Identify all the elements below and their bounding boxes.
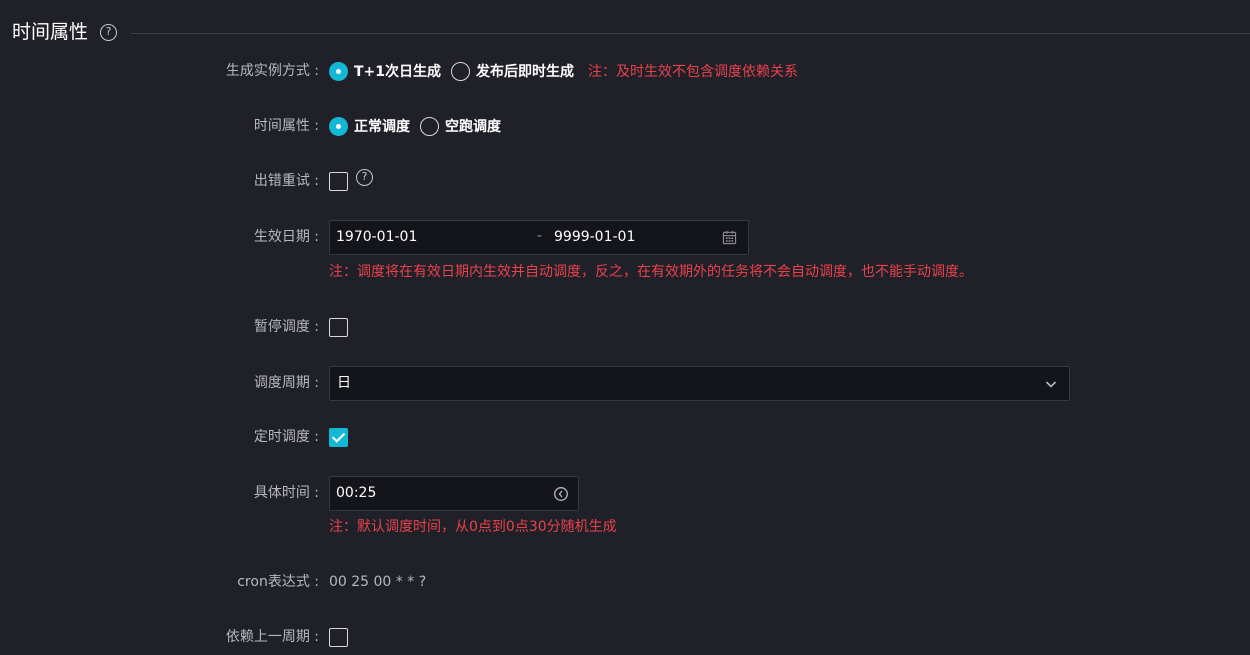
clock-icon[interactable] (553, 486, 569, 502)
specific-time-label: 具体时间 : (253, 485, 319, 501)
radio-dry-run-dot[interactable] (420, 116, 439, 136)
retry-control: ? (329, 163, 373, 199)
date-end-input[interactable]: 9999-01-01 (554, 221, 635, 254)
specific-time-note: 注：默认调度时间，从0点到0点30分随机生成 (329, 519, 617, 535)
timed-control (329, 419, 348, 455)
retry-checkbox[interactable] (329, 171, 348, 191)
pause-control (329, 309, 348, 345)
retry-label: 出错重试 : (253, 173, 319, 189)
effective-date-note: 注：调度将在有效日期内生效并自动调度，反之，在有效期外的任务将不会自动调度，也不… (329, 264, 973, 280)
effective-date-control: 1970-01-01 - 9999-01-01 (329, 219, 749, 255)
time-attr-label: 时间属性 : (253, 118, 319, 134)
instance-mode-note: 注：及时生效不包含调度依赖关系 (588, 64, 799, 80)
depend-prev-checkbox[interactable] (329, 627, 348, 647)
date-start-input[interactable]: 1970-01-01 (336, 221, 417, 254)
cron-control: 00 25 00 * * ? (329, 564, 426, 600)
depend-prev-label: 依赖上一周期 : (225, 629, 319, 645)
time-picker[interactable]: 00:25 (329, 475, 579, 511)
cycle-label: 调度周期 : (253, 375, 319, 391)
radio-normal[interactable]: 正常调度 (329, 116, 410, 136)
row-cycle: 调度周期 : 日 (0, 365, 1250, 401)
cron-label: cron表达式 : (237, 574, 319, 590)
section-title: 时间属性 (12, 21, 89, 43)
radio-dry-run-label[interactable]: 空跑调度 (445, 116, 501, 136)
date-separator: - (537, 227, 543, 244)
specific-time-control: 00:25 (329, 475, 579, 511)
calendar-icon[interactable] (722, 230, 737, 245)
row-retry: 出错重试 : ? (0, 163, 1250, 199)
radio-normal-dot[interactable] (329, 116, 348, 136)
row-time-attr: 时间属性 : 正常调度 空跑调度 (0, 108, 1250, 144)
cycle-select-value[interactable]: 日 (337, 367, 351, 400)
pause-label: 暂停调度 : (253, 319, 319, 335)
cycle-select[interactable]: 日 (329, 365, 1070, 401)
radio-immediate[interactable]: 发布后即时生成 (451, 61, 574, 81)
pause-checkbox[interactable] (329, 317, 348, 337)
radio-t-plus-1-label[interactable]: T+1次日生成 (354, 61, 441, 81)
timed-label: 定时调度 : (253, 429, 319, 445)
radio-normal-label[interactable]: 正常调度 (354, 116, 410, 136)
row-timed: 定时调度 : (0, 419, 1250, 455)
row-effective-date: 生效日期 : 1970-01-01 - 9999-01-01 (0, 219, 1250, 255)
chevron-down-icon[interactable] (1044, 377, 1058, 391)
row-specific-time: 具体时间 : 00:25 (0, 475, 1250, 511)
effective-date-label: 生效日期 : (253, 229, 319, 245)
help-circle-icon[interactable]: ? (100, 24, 117, 41)
radio-t-plus-1-dot[interactable] (329, 61, 348, 81)
time-picker-value[interactable]: 00:25 (336, 477, 376, 510)
instance-mode-radio-group: T+1次日生成 发布后即时生成 注：及时生效不包含调度依赖关系 (329, 53, 798, 89)
instance-mode-label: 生成实例方式 : (225, 63, 319, 79)
row-cron: cron表达式 : 00 25 00 * * ? (0, 564, 1250, 600)
radio-immediate-dot[interactable] (451, 61, 471, 81)
row-instance-mode: 生成实例方式 : T+1次日生成 发布后即时生成 注：及时生效不包含调度依赖关系 (0, 53, 1250, 89)
depend-prev-control (329, 619, 348, 655)
cron-expression: 00 25 00 * * ? (329, 574, 427, 590)
time-attr-radio-group: 正常调度 空跑调度 (329, 108, 511, 144)
timed-checkbox[interactable] (329, 427, 348, 447)
retry-help-icon[interactable]: ? (356, 168, 373, 186)
date-range-picker[interactable]: 1970-01-01 - 9999-01-01 (329, 219, 749, 255)
cycle-control: 日 (329, 365, 1070, 401)
radio-t-plus-1[interactable]: T+1次日生成 (329, 61, 441, 81)
row-pause: 暂停调度 : (0, 309, 1250, 345)
radio-immediate-label[interactable]: 发布后即时生成 (476, 61, 574, 81)
radio-dry-run[interactable]: 空跑调度 (420, 116, 501, 136)
section-divider (131, 33, 1250, 34)
row-depend-prev: 依赖上一周期 : (0, 619, 1250, 655)
